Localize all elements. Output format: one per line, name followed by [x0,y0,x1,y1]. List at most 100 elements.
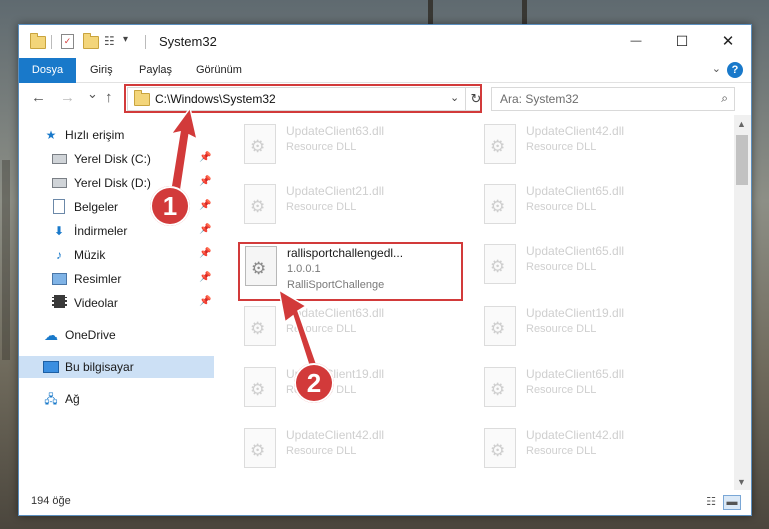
details-view-icon[interactable]: ☷ [703,495,719,508]
file-description: Resource DLL [286,445,357,457]
help-icon[interactable]: ? [727,62,743,78]
list-item[interactable]: UpdateClient65.dll Resource DLL [478,180,708,228]
computer-icon [43,359,59,375]
sidebar-item-label: Belgeler [74,200,119,214]
background-stem [428,0,433,24]
properties-icon[interactable]: ✓ [61,34,74,49]
address-highlight-box [124,84,482,113]
list-item[interactable]: UpdateClient21.dll Resource DLL [238,180,468,228]
recent-locations-button[interactable]: ⌄ [87,86,98,102]
list-item[interactable]: UpdateClient65.dll Resource DLL [478,363,708,411]
title-separator [145,35,146,49]
pin-icon[interactable]: 📌 [199,176,211,187]
new-folder-icon[interactable] [83,33,99,49]
pin-icon[interactable]: 📌 [199,224,211,235]
sidebar-item-videos[interactable]: Videolar 📌 [19,292,214,314]
list-item[interactable]: UpdateClient63.dll Resource DLL [238,120,468,168]
star-icon: ★ [45,128,57,142]
tiles-view-icon[interactable]: ▬ [723,495,741,510]
sidebar-item-label: Ağ [65,392,80,406]
list-item[interactable]: UpdateClient19.dll Resource DLL [478,302,708,350]
step-1-badge: 1 [150,186,190,226]
sidebar-item-quick-access[interactable]: ★ Hızlı erişim [19,124,214,146]
navigation-pane: ★ Hızlı erişim Yerel Disk (C:) 📌 Yerel D… [19,115,214,490]
dll-file-icon [244,367,276,407]
window-title: System32 [159,34,217,49]
sidebar-item-local-disk-c[interactable]: Yerel Disk (C:) 📌 [19,148,214,170]
sidebar-item-downloads[interactable]: ⬇ İndirmeler 📌 [19,220,214,242]
pin-icon[interactable]: 📌 [199,152,211,163]
tab-view[interactable]: Görünüm [196,58,242,82]
dll-file-icon [484,244,516,284]
up-button[interactable]: ↑ [105,89,113,106]
drive-icon [51,151,67,167]
sidebar-item-label: Yerel Disk (C:) [74,152,151,166]
dll-file-icon [244,124,276,164]
list-item[interactable]: UpdateClient63.dll Resource DLL [238,302,468,350]
list-item[interactable]: UpdateClient19.dll Resource DLL [238,363,468,411]
file-highlight-box [238,242,463,301]
pin-icon[interactable]: 📌 [199,296,211,307]
dll-file-icon [244,306,276,346]
background-stem [522,0,527,24]
close-button[interactable]: ✕ [705,25,751,58]
search-box[interactable]: Ara: System32 ⌕ [491,87,735,111]
search-icon[interactable]: ⌕ [721,91,728,106]
maximize-button[interactable]: ☐ [659,25,705,58]
list-item[interactable]: UpdateClient42.dll Resource DLL [478,120,708,168]
minimize-button[interactable]: — [613,25,659,58]
background-stem [2,160,10,360]
tab-share[interactable]: Paylaş [139,58,172,82]
search-input[interactable]: Ara: System32 [500,92,579,106]
forward-button[interactable]: → [60,89,75,106]
network-icon: 🖧 [44,392,58,406]
sidebar-item-label: OneDrive [65,328,116,342]
dll-file-icon [484,367,516,407]
scroll-up-icon[interactable]: ▲ [737,119,746,129]
file-list: UpdateClient63.dll Resource DLL UpdateCl… [216,115,734,490]
sidebar-item-label: Resimler [74,272,122,286]
pin-icon[interactable]: 📌 [199,200,211,211]
dll-file-icon [484,124,516,164]
file-name: UpdateClient65.dll [526,184,625,198]
sidebar-item-onedrive[interactable]: ☁ OneDrive [19,324,214,346]
sidebar-item-label: Videolar [74,296,118,310]
scroll-down-icon[interactable]: ▼ [737,477,746,487]
view-options-icon[interactable]: ☷ [104,34,115,48]
status-bar: 194 öğe ☷ ▬ [19,490,751,515]
pin-icon[interactable]: 📌 [199,248,211,259]
sidebar-item-pictures[interactable]: Resimler 📌 [19,268,214,290]
file-description: Resource DLL [526,201,597,213]
file-name: UpdateClient19.dll [526,306,625,320]
ribbon-tabs: Dosya Giriş Paylaş Görünüm ⌄ ? [19,58,751,106]
file-name: UpdateClient63.dll [286,124,385,138]
list-item[interactable]: UpdateClient65.dll Resource DLL [478,240,708,288]
title-bar: ✓ ☷ ▾ System32 — ☐ ✕ [19,25,751,58]
file-description: Resource DLL [286,141,357,153]
list-item[interactable]: UpdateClient42.dll Resource DLL [478,424,708,472]
music-icon: ♪ [56,248,62,262]
vertical-scrollbar[interactable]: ▲ ▼ [734,115,751,490]
file-description: Resource DLL [526,323,597,335]
file-description: Resource DLL [286,323,357,335]
item-count: 194 öğe [31,495,71,507]
navigation-bar: ← → ⌄ ↑ C:\Windows\System32 ⌄ ↻ Ara: Sys… [19,83,751,115]
folder-icon [30,33,46,49]
documents-icon [51,199,67,215]
file-name: UpdateClient42.dll [526,428,625,442]
qat-separator [51,35,52,49]
pin-icon[interactable]: 📌 [199,272,211,283]
file-description: Resource DLL [526,384,597,396]
customize-qat-icon[interactable]: ▾ [123,34,128,45]
sidebar-item-local-disk-d[interactable]: Yerel Disk (D:) 📌 [19,172,214,194]
download-icon: ⬇ [53,224,65,238]
back-button[interactable]: ← [31,89,46,106]
expand-ribbon-icon[interactable]: ⌄ [712,62,721,75]
sidebar-item-network[interactable]: 🖧 Ağ [19,388,214,410]
sidebar-item-this-pc[interactable]: Bu bilgisayar [19,356,214,378]
file-name: UpdateClient42.dll [526,124,625,138]
list-item[interactable]: UpdateClient42.dll Resource DLL [238,424,468,472]
tab-home[interactable]: Giriş [90,58,113,82]
sidebar-item-music[interactable]: ♪ Müzik 📌 [19,244,214,266]
scroll-thumb[interactable] [736,135,748,185]
